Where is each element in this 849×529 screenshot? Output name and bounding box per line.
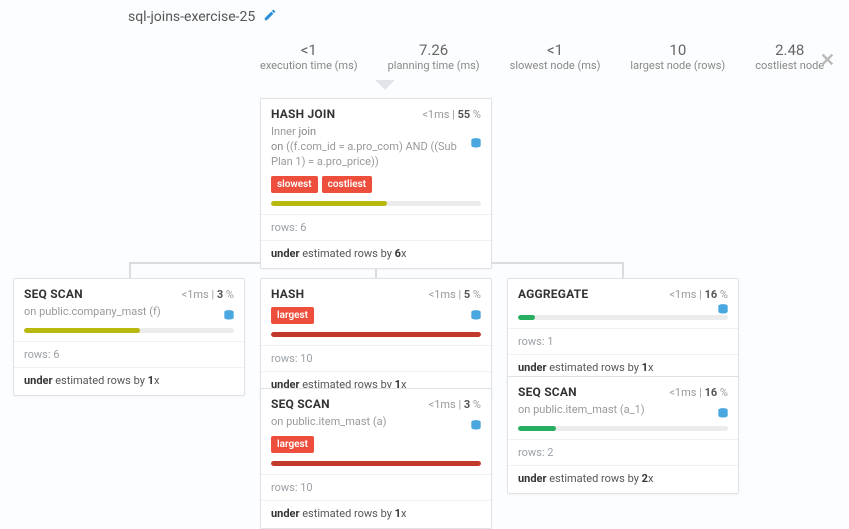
database-icon	[222, 309, 236, 326]
node-title: SEQ SCAN	[24, 287, 83, 301]
node-subtext: on public.company_mast (f)	[24, 305, 234, 320]
stat-slowest-node: <1 slowest node (ms)	[510, 42, 601, 72]
progress-bar	[271, 201, 481, 206]
stats-row: <1 execution time (ms) 7.26 planning tim…	[260, 42, 824, 72]
node-metrics: <1ms | 16 %	[669, 386, 728, 399]
node-subtext: on public.item_mast (a_1)	[518, 403, 728, 418]
node-metrics: <1ms | 3 %	[429, 398, 481, 411]
tree-edge	[622, 262, 624, 278]
stat-value: <1	[510, 42, 601, 59]
rows-line: rows: 10	[261, 346, 491, 371]
stat-label: costliest node	[755, 59, 824, 72]
stat-value: 10	[630, 42, 725, 59]
edit-icon[interactable]	[263, 8, 277, 25]
rows-line: rows: 6	[261, 215, 491, 240]
stat-value: 2.48	[755, 42, 824, 59]
badge-largest: largest	[271, 436, 314, 453]
close-icon[interactable]: ✕	[820, 50, 835, 71]
node-metrics: <1ms | 5 %	[429, 288, 481, 301]
node-subtext: Inner join on ((f.com_id = a.pro_com) AN…	[271, 125, 481, 170]
stat-label: slowest node (ms)	[510, 59, 601, 72]
node-title: SEQ SCAN	[271, 397, 330, 411]
page-title: sql-joins-exercise-25	[128, 9, 255, 25]
progress-bar	[24, 328, 234, 333]
page-title-bar: sql-joins-exercise-25	[128, 8, 277, 25]
stat-costliest-node: 2.48 costliest node	[755, 42, 824, 72]
database-icon	[716, 303, 730, 320]
estimate-line: under estimated rows by 1x	[261, 501, 491, 528]
progress-bar	[518, 426, 728, 431]
progress-bar	[518, 315, 728, 320]
node-metrics: <1ms | 3 %	[182, 288, 234, 301]
database-icon	[469, 309, 483, 326]
progress-bar	[271, 332, 481, 337]
database-icon	[716, 407, 730, 424]
plan-node-hash[interactable]: HASH <1ms | 5 % largest rows: 10 under e…	[260, 278, 492, 400]
progress-bar	[271, 461, 481, 466]
plan-node-seq-scan-company[interactable]: SEQ SCAN <1ms | 3 % on public.company_ma…	[13, 278, 245, 396]
node-badges: slowest costliest	[271, 176, 481, 193]
stat-planning-time: 7.26 planning time (ms)	[388, 42, 480, 72]
node-badges: largest	[271, 436, 481, 453]
node-badges: largest	[271, 307, 481, 324]
plan-node-hash-join[interactable]: HASH JOIN <1ms | 55 % Inner join on ((f.…	[260, 98, 492, 269]
plan-node-aggregate[interactable]: AGGREGATE <1ms | 16 % rows: 1 under esti…	[507, 278, 739, 383]
node-title: HASH	[271, 287, 304, 301]
plan-node-seq-scan-item-a1[interactable]: SEQ SCAN <1ms | 16 % on public.item_mast…	[507, 376, 739, 494]
stat-value: 7.26	[388, 42, 480, 59]
stat-label: largest node (rows)	[630, 59, 725, 72]
estimate-line: under estimated rows by 2x	[508, 466, 738, 493]
node-subtext: on public.item_mast (a)	[271, 415, 481, 430]
rows-line: rows: 1	[508, 329, 738, 354]
stat-execution-time: <1 execution time (ms)	[260, 42, 358, 72]
rows-line: rows: 2	[508, 440, 738, 465]
database-icon	[469, 137, 483, 154]
stat-largest-node: 10 largest node (rows)	[630, 42, 725, 72]
rows-line: rows: 6	[14, 342, 244, 367]
stat-label: planning time (ms)	[388, 59, 480, 72]
plan-node-seq-scan-item-a[interactable]: SEQ SCAN <1ms | 3 % on public.item_mast …	[260, 388, 492, 529]
badge-slowest: slowest	[271, 176, 318, 193]
tree-edge	[129, 262, 131, 278]
node-title: HASH JOIN	[271, 107, 335, 121]
estimate-line: under estimated rows by 1x	[14, 368, 244, 395]
pointer-icon	[375, 80, 395, 90]
rows-line: rows: 10	[261, 475, 491, 500]
stat-label: execution time (ms)	[260, 59, 358, 72]
badge-largest: largest	[271, 307, 314, 324]
node-metrics: <1ms | 16 %	[669, 288, 728, 301]
node-title: AGGREGATE	[518, 287, 588, 301]
node-title: SEQ SCAN	[518, 385, 577, 399]
badge-costliest: costliest	[322, 176, 372, 193]
stat-value: <1	[260, 42, 358, 59]
database-icon	[469, 419, 483, 436]
estimate-line: under estimated rows by 6x	[261, 241, 491, 268]
node-metrics: <1ms | 55 %	[422, 108, 481, 121]
